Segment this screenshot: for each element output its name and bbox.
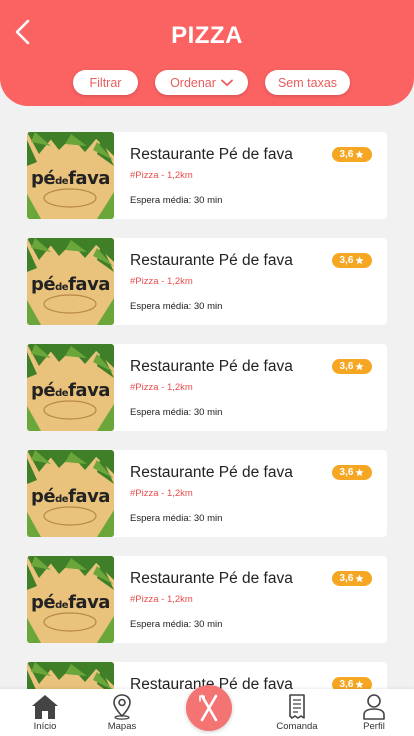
restaurant-tag: #Pizza - 1,2km <box>130 488 193 499</box>
logo-word-pe: pé <box>31 380 56 401</box>
user-icon <box>363 694 385 720</box>
wait-time: Espera média: 30 min <box>130 513 223 524</box>
logo-word-fava: fava <box>68 380 110 401</box>
logo-word-pe: pé <box>31 274 56 295</box>
restaurant-name: Restaurante Pé de fava <box>130 358 293 375</box>
restaurant-tag: #Pizza - 1,2km <box>130 170 193 181</box>
logo-word-de: de <box>55 600 69 611</box>
rating-badge: 3,6 <box>332 465 372 480</box>
filter-button[interactable]: Filtrar <box>73 70 138 95</box>
tab-maps-label: Mapas <box>107 721 137 732</box>
restaurant-name: Restaurante Pé de fava <box>130 464 293 481</box>
rating-value: 3,6 <box>339 149 354 160</box>
logo-word-pe: pé <box>31 168 56 189</box>
restaurant-tag: #Pizza - 1,2km <box>130 382 193 393</box>
restaurant-card[interactable]: pédefava Restaurante Pé de fava #Pizza -… <box>27 344 387 431</box>
star-icon <box>355 362 365 371</box>
logo-word-de: de <box>55 388 69 399</box>
rating-value: 3,6 <box>339 255 354 266</box>
cutlery-action-button[interactable] <box>186 685 232 731</box>
wait-time: Espera média: 30 min <box>130 301 223 312</box>
restaurant-card[interactable]: pédefava Restaurante Pé de fava #Pizza -… <box>27 450 387 537</box>
map-pin-icon <box>113 694 131 720</box>
receipt-icon <box>289 694 305 719</box>
logo-word-fava: fava <box>68 486 110 507</box>
page-title: PIZZA <box>171 22 243 49</box>
rating-value: 3,6 <box>339 573 354 584</box>
chevron-down-icon <box>221 79 233 86</box>
rating-badge: 3,6 <box>332 571 372 586</box>
restaurant-card[interactable]: pédefava Restaurante Pé de fava #Pizza -… <box>27 132 387 219</box>
restaurant-card[interactable]: pédefava Restaurante Pé de fava #Pizza -… <box>27 238 387 325</box>
rating-badge: 3,6 <box>332 359 372 374</box>
rating-badge: 3,6 <box>332 147 372 162</box>
wait-time: Espera média: 30 min <box>130 195 223 206</box>
tab-maps[interactable]: Mapas <box>92 693 152 732</box>
logo-word-de: de <box>55 494 69 505</box>
tab-home[interactable]: Início <box>15 693 75 732</box>
restaurant-logo: pédefava <box>27 344 114 431</box>
rating-badge: 3,6 <box>332 253 372 268</box>
rating-value: 3,6 <box>339 361 354 372</box>
order-label: Ordenar <box>170 75 216 90</box>
logo-word-fava: fava <box>68 168 110 189</box>
restaurant-logo: pédefava <box>27 450 114 537</box>
rating-value: 3,6 <box>339 467 354 478</box>
header-bar: PIZZA Filtrar Ordenar Sem taxas <box>0 0 414 106</box>
home-icon <box>32 695 58 719</box>
restaurant-tag: #Pizza - 1,2km <box>130 594 193 605</box>
restaurant-name: Restaurante Pé de fava <box>130 252 293 269</box>
star-icon <box>355 680 365 689</box>
restaurant-logo: pédefava <box>27 238 114 325</box>
star-icon <box>355 256 365 265</box>
logo-word-pe: pé <box>31 486 56 507</box>
no-fees-filter-button[interactable]: Sem taxas <box>265 70 350 95</box>
bottom-tab-bar: Início Mapas Comanda Perfil <box>0 685 414 736</box>
restaurant-name: Restaurante Pé de fava <box>130 146 293 163</box>
restaurant-logo: pédefava <box>27 132 114 219</box>
logo-word-fava: fava <box>68 592 110 613</box>
fork-knife-icon <box>199 694 218 722</box>
tab-order-label: Comanda <box>276 721 318 732</box>
star-icon <box>355 468 365 477</box>
tab-home-label: Início <box>33 721 57 732</box>
restaurant-card[interactable]: pédefava Restaurante Pé de fava #Pizza -… <box>27 556 387 643</box>
logo-word-de: de <box>55 176 69 187</box>
wait-time: Espera média: 30 min <box>130 619 223 630</box>
tab-profile-label: Perfil <box>363 721 385 732</box>
order-dropdown[interactable]: Ordenar <box>155 70 248 95</box>
logo-word-de: de <box>55 282 69 293</box>
star-icon <box>355 150 365 159</box>
restaurant-logo: pédefava <box>27 556 114 643</box>
tab-profile[interactable]: Perfil <box>344 693 404 732</box>
restaurant-tag: #Pizza - 1,2km <box>130 276 193 287</box>
logo-word-pe: pé <box>31 592 56 613</box>
logo-word-fava: fava <box>68 274 110 295</box>
star-icon <box>355 574 365 583</box>
wait-time: Espera média: 30 min <box>130 407 223 418</box>
restaurant-name: Restaurante Pé de fava <box>130 570 293 587</box>
tab-order[interactable]: Comanda <box>267 693 327 732</box>
